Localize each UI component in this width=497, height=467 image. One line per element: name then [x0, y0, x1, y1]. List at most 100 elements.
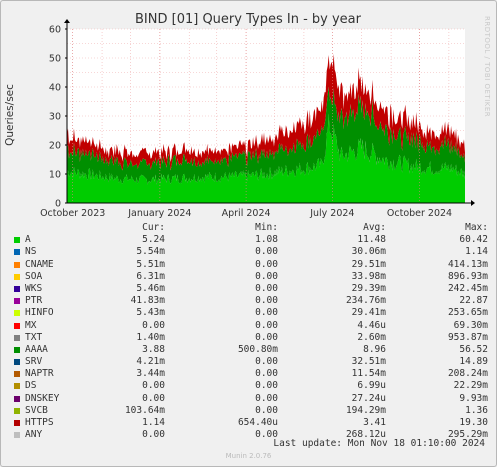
max-value: 22.29m: [453, 380, 488, 392]
legend-swatch: [14, 346, 20, 353]
y-tick-label: 40: [49, 83, 61, 94]
legend-row: CNAME 5.51m 0.00 29.51m 414.13m: [8, 259, 490, 271]
avg-value: 2.60m: [357, 331, 386, 343]
legend-row: HINFO 5.43m 0.00 29.41m 253.65m: [8, 307, 490, 319]
legend-row: SVCB 103.64m 0.00 194.29m 1.36: [8, 405, 490, 417]
series-name: SRV: [25, 356, 43, 368]
chart-title: BIND [01] Query Types In - by year: [135, 12, 362, 27]
max-value: 414.13m: [447, 258, 488, 270]
cur-value: 6.31m: [136, 270, 165, 282]
legend-swatch: [14, 420, 20, 426]
rrdtool-credit: RRDTOOL / TOBI OETIKER: [483, 16, 491, 117]
series-name: WKS: [25, 282, 43, 294]
legend-row: WKS 5.46m 0.00 29.39m 242.45m: [8, 283, 490, 295]
series-name: DNSKEY: [25, 392, 60, 404]
max-value: 208.24m: [447, 368, 488, 380]
cur-value: 1.40m: [136, 331, 165, 343]
cur-value: 4.21m: [136, 356, 165, 368]
avg-value: 234.76m: [345, 295, 386, 307]
min-value: 0.00: [255, 380, 278, 392]
legend-row: TXT 1.40m 0.00 2.60m 953.87m: [8, 332, 490, 344]
min-value: 0.00: [255, 356, 278, 368]
max-value: 19.30: [459, 417, 488, 428]
footer-version: Munin 2.0.76: [225, 452, 272, 460]
legend-swatch: [14, 273, 20, 280]
min-value: 0.00: [255, 295, 278, 307]
legend-row: SRV 4.21m 0.00 32.51m 14.89: [8, 356, 490, 368]
min-value: 1.08: [255, 234, 278, 246]
max-value: 896.93m: [447, 270, 488, 282]
legend-swatch: [14, 322, 20, 329]
header-cur: Cur:: [142, 222, 165, 233]
avg-value: 11.54m: [351, 368, 386, 380]
series-name: SVCB: [25, 404, 48, 416]
avg-value: 4.46u: [357, 319, 386, 331]
avg-value: 33.98m: [351, 270, 386, 282]
y-tick-label: 50: [49, 54, 61, 65]
legend-swatch: [14, 298, 20, 305]
legend-swatch: [14, 249, 20, 256]
legend-row: MX 0.00 0.00 4.46u 69.30m: [8, 320, 490, 332]
cur-value: 5.54m: [136, 246, 165, 258]
x-axis-arrow: [471, 200, 475, 206]
legend-swatch: [14, 237, 20, 244]
legend-swatch: [14, 334, 20, 341]
max-value: 242.45m: [447, 282, 488, 294]
cur-value: 5.51m: [136, 258, 165, 270]
series-name: NS: [25, 246, 37, 258]
cur-value: 5.46m: [136, 282, 165, 294]
legend-row: SOA 6.31m 0.00 33.98m 896.93m: [8, 271, 490, 283]
legend-swatch: [14, 359, 20, 366]
y-axis-arrow: [64, 19, 70, 23]
min-value: 0.00: [255, 331, 278, 343]
legend-rows: A 5.24 1.08 11.48 60.42 NS 5.54m 0.00 30.06m 1.14…: [8, 234, 490, 441]
x-tick-label: October 2023: [40, 208, 105, 219]
cur-value: 5.24: [142, 234, 165, 246]
min-value: 0.00: [255, 246, 278, 258]
series-name: CNAME: [25, 258, 54, 270]
legend-row: HTTPS 1.14 654.40u 3.41 19.30: [8, 417, 490, 429]
avg-value: 11.48: [357, 234, 386, 246]
cur-value: 0.00: [142, 429, 165, 441]
cur-value: 0.00: [142, 319, 165, 331]
legend-row: NS 5.54m 0.00 30.06m 1.14: [8, 246, 490, 258]
avg-value: 6.99u: [357, 380, 386, 392]
max-value: 14.89: [459, 356, 488, 368]
cur-value: 3.88: [142, 343, 165, 355]
legend-swatch: [14, 310, 20, 317]
cur-value: 1.14: [142, 417, 165, 428]
max-value: 1.36: [465, 404, 488, 416]
series-name: NAPTR: [25, 368, 54, 380]
series-name: TXT: [25, 331, 43, 343]
cur-value: 0.00: [142, 380, 165, 392]
legend-swatch: [14, 395, 20, 402]
legend-row: NAPTR 3.44m 0.00 11.54m 208.24m: [8, 368, 490, 380]
legend-swatch: [14, 261, 20, 268]
max-value: 56.52: [459, 343, 488, 355]
avg-value: 29.51m: [351, 258, 386, 270]
legend-row: AAAA 3.88 500.80m 8.96 56.52: [8, 344, 490, 356]
max-value: 1.14: [465, 246, 488, 258]
avg-value: 194.29m: [345, 404, 386, 416]
min-value: 500.80m: [237, 343, 278, 355]
y-tick-label: 20: [49, 141, 61, 152]
max-value: 69.30m: [453, 319, 488, 331]
series-name: SOA: [25, 270, 43, 282]
avg-value: 30.06m: [351, 246, 386, 258]
legend-row: DNSKEY 0.00 0.00 27.24u 9.93m: [8, 393, 490, 405]
series-name: AAAA: [25, 343, 48, 355]
y-tick-label: 10: [49, 170, 61, 181]
x-tick-label: July 2024: [309, 208, 354, 219]
series-name: HTTPS: [25, 417, 54, 428]
y-axis-label: Queries/sec: [4, 84, 16, 146]
min-value: 0.00: [255, 404, 278, 416]
cur-value: 0.00: [142, 392, 165, 404]
max-value: 60.42: [459, 234, 488, 246]
y-tick-label: 60: [49, 25, 61, 36]
avg-value: 32.51m: [351, 356, 386, 368]
min-value: 654.40u: [237, 417, 278, 428]
legend-swatch: [14, 432, 20, 439]
y-tick-label: 30: [49, 112, 61, 123]
series-name: MX: [25, 319, 37, 331]
cur-value: 5.43m: [136, 307, 165, 319]
